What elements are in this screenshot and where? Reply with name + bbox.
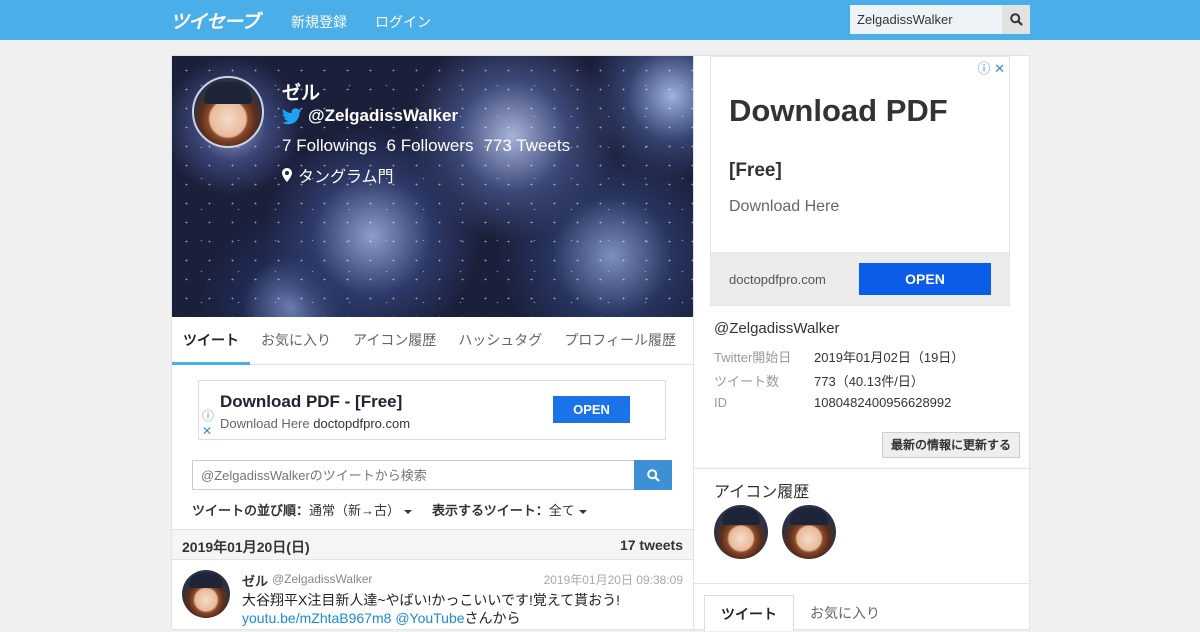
left-column: ゼル @ZelgadissWalker 7 Followings 6 Follo…	[172, 56, 694, 631]
followers-label: Followers	[400, 136, 474, 155]
day-header: 2019年01月20日(日) 17 tweets	[172, 529, 693, 560]
tab-icon-history[interactable]: アイコン履歴	[342, 317, 447, 365]
info-value: 1080482400956628992	[814, 395, 952, 410]
profile-tabs: ツイート お気に入り アイコン履歴 ハッシュタグ プロフィール履歴	[172, 317, 693, 365]
followings-stat[interactable]: 7 Followings	[282, 136, 377, 156]
day-date: 2019年01月20日(日)	[182, 539, 310, 555]
divider	[694, 583, 1030, 584]
sidebar-tab-favorites[interactable]: お気に入り	[794, 595, 896, 631]
profile-location: タングラム門	[282, 163, 394, 187]
profile-handle[interactable]: @ZelgadissWalker	[308, 106, 458, 126]
sort-controls: ツイートの並び順：通常（新→古） 表示するツイート：全て	[192, 500, 587, 519]
ad-choices-icon[interactable]: ⓘ ✕	[202, 409, 214, 439]
right-sidebar: ⓘ ✕ Download PDF [Free] Download Here do…	[694, 56, 1030, 631]
day-tweet-count: 17 tweets	[619, 537, 683, 553]
ad-subtitle-prefix: Download Here	[220, 416, 310, 431]
tweets-count: 773	[483, 136, 512, 155]
sort-order-dropdown[interactable]: ツイートの並び順：通常（新→古）	[192, 500, 413, 519]
followings-label: Followings	[296, 136, 377, 155]
sidebar-tabs: ツイート お気に入り	[704, 595, 896, 631]
ad-choices-icon[interactable]: ⓘ ✕	[977, 58, 1005, 77]
signup-link[interactable]: 新規登録	[291, 12, 347, 32]
tab-tweets[interactable]: ツイート	[172, 317, 250, 365]
ad-headline: Download PDF	[729, 93, 948, 128]
tweets-stat[interactable]: 773 Tweets	[483, 136, 570, 156]
ad-subline: Download Here	[729, 198, 840, 215]
twitter-bird-icon	[282, 107, 302, 124]
login-link[interactable]: ログイン	[375, 12, 431, 32]
tweet-author-name[interactable]: ゼル	[242, 571, 268, 590]
tab-hashtags[interactable]: ハッシュタグ	[447, 317, 553, 365]
tweet-text: 大谷翔平X注目新人達~やばい!かっこいいです!覚えて貰おう! youtu.be/…	[242, 591, 682, 627]
ad-domain: doctopdfpro.com	[729, 272, 826, 287]
ad-subtitle: Download Here doctopdfpro.com	[220, 416, 410, 431]
ad-free-label: [Free]	[729, 160, 782, 181]
followings-count: 7	[282, 136, 292, 155]
profile-name: ゼル	[282, 83, 321, 104]
tweet-link[interactable]: youtu.be/mZhtaB967m8	[242, 610, 391, 626]
tweet-item: ゼル @ZelgadissWalker 2019年01月20日 09:38:09…	[172, 561, 693, 631]
tweet-text-body: 大谷翔平X注目新人達~やばい!かっこいいです!覚えて貰おう!	[242, 592, 621, 608]
inline-ad[interactable]: ⓘ ✕ Download PDF - [Free] Download Here d…	[198, 380, 666, 440]
followers-count: 6	[386, 136, 396, 155]
profile-banner: ゼル @ZelgadissWalker 7 Followings 6 Follo…	[172, 56, 693, 317]
sort-order-label: ツイートの並び順：	[192, 503, 310, 518]
ad-footer: doctopdfpro.com OPEN	[711, 252, 1009, 305]
info-key: Twitter開始日	[714, 350, 792, 365]
tab-favorites[interactable]: お気に入り	[250, 317, 342, 365]
search-button[interactable]	[1002, 5, 1030, 34]
main-content: ゼル @ZelgadissWalker 7 Followings 6 Follo…	[171, 55, 1030, 631]
user-search-input[interactable]	[850, 5, 1002, 34]
top-navbar: ツイセーブ 新規登録 ログイン	[0, 0, 1200, 40]
info-value: 773（40.13件/日）	[814, 374, 924, 389]
ad-open-button[interactable]: OPEN	[859, 263, 991, 295]
tweet-text-tail: さんから	[464, 610, 521, 626]
tweet-search-button[interactable]	[634, 460, 672, 490]
sidebar-ad[interactable]: ⓘ ✕ Download PDF [Free] Download Here do…	[710, 56, 1010, 306]
caret-down-icon	[578, 509, 587, 514]
filter-label: 表示するツイート：	[432, 503, 549, 518]
ad-open-button[interactable]: OPEN	[553, 396, 630, 423]
tweet-author-handle[interactable]: @ZelgadissWalker	[272, 572, 372, 586]
info-key: ツイート数	[714, 374, 780, 389]
info-value: 2019年01月02日（19日）	[814, 350, 965, 365]
tab-profile-history[interactable]: プロフィール履歴	[553, 317, 687, 365]
tweet-filter-dropdown[interactable]: 表示するツイート：全て	[432, 500, 587, 519]
tweet-timestamp[interactable]: 2019年01月20日 09:38:09	[544, 571, 683, 588]
sort-order-value: 通常（新→古）	[309, 503, 401, 518]
icon-history-avatar[interactable]	[782, 505, 836, 559]
tweet-avatar[interactable]	[182, 570, 230, 618]
info-handle: @ZelgadissWalker	[714, 320, 840, 337]
divider	[694, 468, 1030, 469]
profile-stats: 7 Followings 6 Followers 773 Tweets	[282, 136, 570, 156]
info-key: ID	[714, 395, 727, 410]
tweet-search-input[interactable]	[192, 460, 635, 490]
profile-handle-row: @ZelgadissWalker	[282, 106, 458, 126]
caret-down-icon	[404, 509, 413, 514]
icon-history-title: アイコン履歴	[714, 484, 810, 501]
icon-history-avatar[interactable]	[714, 505, 768, 559]
tweets-label: Tweets	[516, 136, 571, 155]
map-pin-icon	[282, 168, 292, 182]
sidebar-tab-tweets[interactable]: ツイート	[704, 595, 794, 631]
search-icon	[1009, 13, 1023, 26]
site-logo[interactable]: ツイセーブ	[170, 7, 260, 34]
filter-value: 全て	[548, 503, 575, 518]
followers-stat[interactable]: 6 Followers	[387, 136, 474, 156]
tweet-mention[interactable]: @YouTube	[395, 610, 464, 626]
refresh-info-button[interactable]: 最新の情報に更新する	[882, 432, 1020, 458]
avatar[interactable]	[192, 76, 264, 148]
ad-title: Download PDF - [Free]	[220, 392, 403, 411]
search-icon	[646, 468, 660, 482]
ad-domain: doctopdfpro.com	[313, 416, 411, 431]
location-text: タングラム門	[298, 169, 394, 186]
